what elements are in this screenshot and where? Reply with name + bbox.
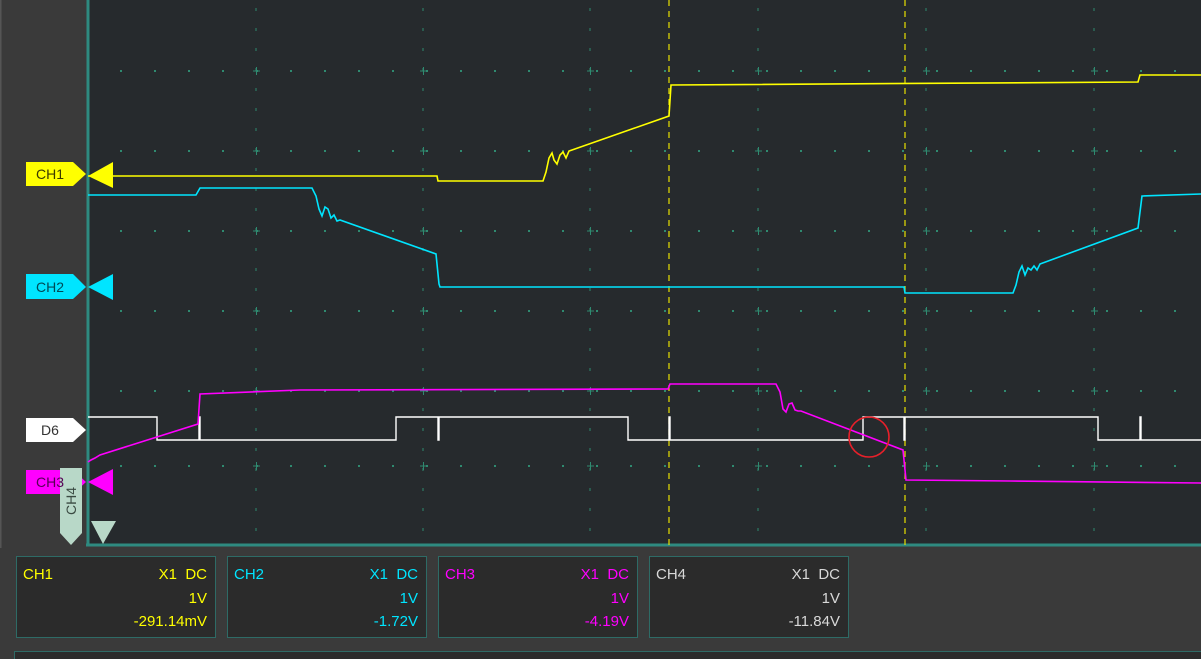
ch2-scale: 1V xyxy=(399,590,418,607)
ch2-marker-label: CH2 xyxy=(35,279,64,295)
ch2-name: CH2 xyxy=(234,566,265,583)
ch1-info-panel[interactable]: CH1 X1 DC 1V -291.14mV xyxy=(16,556,216,638)
ch1-marker-label: CH1 xyxy=(35,166,64,182)
ch1-probe-coupling: X1 DC xyxy=(158,566,207,583)
plot-area[interactable] xyxy=(88,0,1201,545)
ch1-name: CH1 xyxy=(23,566,54,583)
ch3-scale: 1V xyxy=(610,590,629,607)
ch4-name: CH4 xyxy=(656,566,687,583)
ch3-info-panel[interactable]: CH3 X1 DC 1V -4.19V xyxy=(438,556,638,638)
ch2-info-panel[interactable]: CH2 X1 DC 1V -1.72V xyxy=(227,556,427,638)
ch1-offset: -291.14mV xyxy=(133,613,207,630)
ch4-info-panel[interactable]: CH4 X1 DC 1V -11.84V xyxy=(649,556,849,638)
ch4-offset: -11.84V xyxy=(788,613,840,630)
ch2-offset: -1.72V xyxy=(373,613,418,630)
d6-marker-label: D6 xyxy=(41,422,59,438)
ch4-scale: 1V xyxy=(821,590,840,607)
ch1-scale: 1V xyxy=(188,590,207,607)
ch3-name: CH3 xyxy=(445,566,476,583)
ch2-probe-coupling: X1 DC xyxy=(369,566,418,583)
ch3-offset: -4.19V xyxy=(584,613,629,630)
ch3-probe-coupling: X1 DC xyxy=(580,566,629,583)
ch4-marker-label: CH4 xyxy=(63,487,79,516)
ch4-probe-coupling: X1 DC xyxy=(791,566,840,583)
